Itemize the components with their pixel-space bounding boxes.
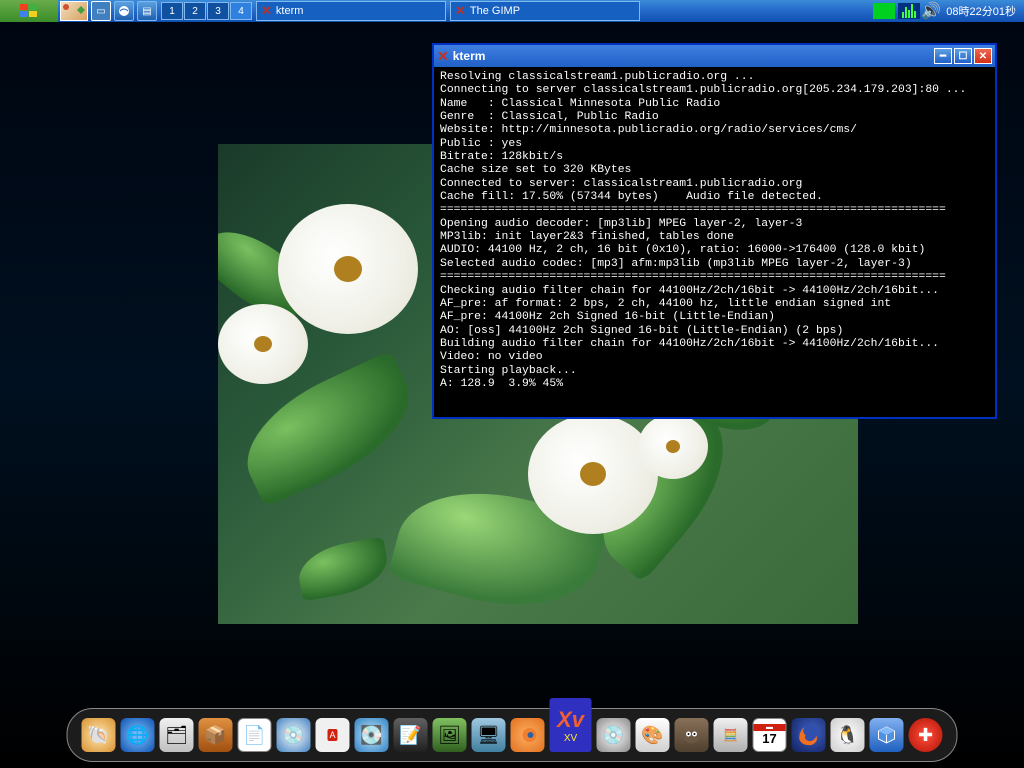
shell-icon[interactable]: 🐚 bbox=[82, 718, 116, 752]
taskbar: ▭ ▤ 1 2 3 4 ✕ kterm ✕ The GIMP 🔊 08時22分0… bbox=[0, 0, 1024, 22]
pdf-icon[interactable]: A bbox=[316, 718, 350, 752]
xv-label: XV bbox=[564, 733, 577, 744]
system-tray: 🔊 08時22分01秒 bbox=[873, 3, 1024, 19]
show-desktop-icon[interactable]: ▭ bbox=[91, 1, 111, 21]
task-label: kterm bbox=[276, 5, 304, 17]
window-title: kterm bbox=[453, 49, 934, 63]
desktop-pager: 1 2 3 4 bbox=[161, 2, 252, 20]
image-icon[interactable]: 🖼 bbox=[433, 718, 467, 752]
volume-icon[interactable]: 🔊 bbox=[923, 3, 939, 19]
app-x-icon: ✕ bbox=[261, 3, 272, 19]
xv-logo: Xv bbox=[557, 707, 584, 733]
editor-icon[interactable]: 📝 bbox=[394, 718, 428, 752]
pager-desktop-3[interactable]: 3 bbox=[207, 2, 229, 20]
maximize-button[interactable]: ☐ bbox=[954, 48, 972, 64]
window-titlebar[interactable]: ✕ kterm ━ ☐ ✕ bbox=[434, 45, 995, 67]
help-icon[interactable]: ✚ bbox=[909, 718, 943, 752]
app-x-icon: ✕ bbox=[455, 3, 466, 19]
quicklaunch-anime-icon[interactable] bbox=[60, 1, 88, 21]
music-icon[interactable]: 💽 bbox=[355, 718, 389, 752]
start-button[interactable] bbox=[0, 0, 58, 22]
window-buttons: ━ ☐ ✕ bbox=[934, 48, 992, 64]
penguin-icon[interactable]: 🐧 bbox=[831, 718, 865, 752]
close-button[interactable]: ✕ bbox=[974, 48, 992, 64]
calendar-icon[interactable]: ▬ 17 bbox=[753, 718, 787, 752]
task-label: The GIMP bbox=[470, 5, 520, 17]
globe-icon[interactable]: 🌐 bbox=[121, 718, 155, 752]
network-monitor-icon[interactable] bbox=[898, 3, 920, 19]
xv-icon[interactable]: Xv XV bbox=[550, 698, 592, 752]
gimp-icon[interactable] bbox=[675, 718, 709, 752]
terminal-output: Resolving classicalstream1.publicradio.o… bbox=[440, 71, 989, 391]
files-icon[interactable]: 🗂 bbox=[160, 718, 194, 752]
pager-desktop-4[interactable]: 4 bbox=[230, 2, 252, 20]
taskbar-entry-kterm[interactable]: ✕ kterm bbox=[256, 1, 446, 21]
calculator-icon[interactable]: 🧮 bbox=[714, 718, 748, 752]
app-x-icon: ✕ bbox=[437, 48, 449, 65]
blender-icon[interactable] bbox=[511, 718, 545, 752]
paint-icon[interactable]: 🎨 bbox=[636, 718, 670, 752]
cube-icon[interactable] bbox=[870, 718, 904, 752]
konqueror-icon[interactable] bbox=[114, 1, 134, 21]
disc-icon[interactable]: 💿 bbox=[277, 718, 311, 752]
minimize-button[interactable]: ━ bbox=[934, 48, 952, 64]
pager-desktop-2[interactable]: 2 bbox=[184, 2, 206, 20]
pager-desktop-1[interactable]: 1 bbox=[161, 2, 183, 20]
dock: 🐚 🌐 🗂 📦 📄 💿 A 💽 📝 🖼 🖥 Xv XV 💿 🎨 🧮 ▬ 17 🐧… bbox=[67, 708, 958, 762]
terminal-body[interactable]: Resolving classicalstream1.publicradio.o… bbox=[434, 67, 995, 417]
window-list-icon[interactable]: ▤ bbox=[137, 1, 157, 21]
document-icon[interactable]: 📄 bbox=[238, 718, 272, 752]
cpu-meter-icon[interactable] bbox=[873, 3, 895, 19]
taskbar-clock[interactable]: 08時22分01秒 bbox=[942, 3, 1020, 19]
taskbar-entry-gimp[interactable]: ✕ The GIMP bbox=[450, 1, 640, 21]
calendar-day: 17 bbox=[762, 731, 776, 746]
kterm-window: ✕ kterm ━ ☐ ✕ Resolving classicalstream1… bbox=[432, 43, 997, 419]
package-icon[interactable]: 📦 bbox=[199, 718, 233, 752]
cd-icon[interactable]: 💿 bbox=[597, 718, 631, 752]
monitor-icon[interactable]: 🖥 bbox=[472, 718, 506, 752]
firefox-icon[interactable] bbox=[792, 718, 826, 752]
